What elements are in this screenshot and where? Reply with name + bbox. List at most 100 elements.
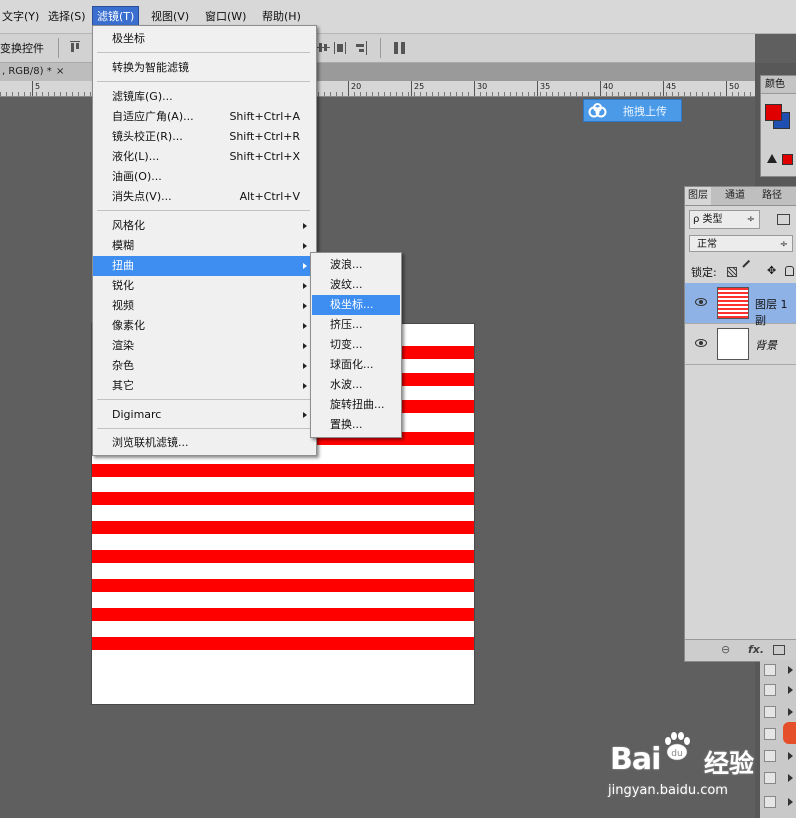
submenu-arrow-icon bbox=[303, 223, 307, 229]
layer-row-background[interactable]: 背景 bbox=[685, 324, 796, 365]
lock-label: 锁定: bbox=[691, 266, 717, 279]
menu-item-convert-smart[interactable]: 转换为智能滤镜 bbox=[93, 58, 316, 78]
menu-item-oil-paint[interactable]: 油画(O)... bbox=[93, 167, 316, 187]
distribute-h-icon[interactable] bbox=[333, 41, 347, 55]
foreground-color-swatch[interactable] bbox=[765, 104, 782, 121]
menu-item-noise[interactable]: 杂色 bbox=[93, 356, 316, 376]
red-stripe bbox=[92, 550, 474, 563]
align-top-icon[interactable] bbox=[68, 41, 82, 55]
layer-thumbnail bbox=[717, 287, 749, 319]
add-mask-icon[interactable] bbox=[773, 645, 785, 655]
menu-view[interactable]: 视图(V) bbox=[147, 7, 193, 26]
submenu-item-spherize[interactable]: 球面化... bbox=[311, 355, 401, 375]
submenu-arrow-icon bbox=[303, 343, 307, 349]
menu-filter[interactable]: 滤镜(T) bbox=[92, 6, 140, 27]
menu-window[interactable]: 窗口(W) bbox=[201, 7, 250, 26]
menu-item-lens-correction[interactable]: 镜头校正(R)... Shift+Ctrl+R bbox=[93, 127, 316, 147]
align-center-icon[interactable] bbox=[316, 41, 330, 55]
side-float-icon[interactable] bbox=[783, 722, 796, 744]
svg-text:du: du bbox=[671, 749, 682, 759]
tab-color[interactable]: 颜色 bbox=[761, 76, 796, 94]
menu-item-sharpen[interactable]: 锐化 bbox=[93, 276, 316, 296]
menu-item-liquify[interactable]: 液化(L)... Shift+Ctrl+X bbox=[93, 147, 316, 167]
layer-row-layer1-copy[interactable]: 图层 1 副 bbox=[685, 283, 796, 327]
submenu-item-shear[interactable]: 切变... bbox=[311, 335, 401, 355]
visibility-eye-icon[interactable] bbox=[695, 339, 707, 347]
menu-item-other[interactable]: 其它 bbox=[93, 376, 316, 396]
lock-pixels-icon[interactable] bbox=[742, 259, 751, 268]
menu-item-video[interactable]: 视频 bbox=[93, 296, 316, 316]
drag-upload-button[interactable]: 拖拽上传 bbox=[583, 99, 682, 122]
menu-item-filter-gallery[interactable]: 滤镜库(G)... bbox=[93, 87, 316, 107]
submenu-item-pinch[interactable]: 挤压... bbox=[311, 315, 401, 335]
menu-item-blur[interactable]: 模糊 bbox=[93, 236, 316, 256]
drag-upload-label: 拖拽上传 bbox=[623, 105, 667, 118]
red-stripe bbox=[92, 492, 474, 505]
watermark-url: jingyan.baidu.com bbox=[608, 783, 728, 798]
baidu-jingyan-watermark: Bai du 经验 jingyan.baidu.com bbox=[580, 728, 796, 818]
menu-separator bbox=[97, 399, 310, 400]
tab-layers[interactable]: 图层 bbox=[685, 187, 711, 205]
menu-item-render[interactable]: 渲染 bbox=[93, 336, 316, 356]
submenu-arrow-icon bbox=[303, 363, 307, 369]
layers-panel-tabs: 图层 通道 路径 bbox=[685, 187, 796, 206]
menu-select[interactable]: 选择(S) bbox=[44, 7, 90, 26]
lock-all-icon[interactable] bbox=[785, 266, 794, 276]
menu-separator bbox=[97, 81, 310, 82]
transform-controls-label[interactable]: 变换控件 bbox=[0, 40, 44, 56]
submenu-arrow-icon bbox=[303, 383, 307, 389]
tab-paths[interactable]: 路径 bbox=[759, 187, 785, 205]
cloud-icon bbox=[588, 103, 607, 118]
divider bbox=[58, 38, 59, 58]
menu-item-adaptive-wide-angle[interactable]: 自适应广角(A)... Shift+Ctrl+A bbox=[93, 107, 316, 127]
image-filter-icon[interactable] bbox=[777, 214, 790, 225]
submenu-arrow-icon bbox=[303, 412, 307, 418]
filter-menu: 极坐标 转换为智能滤镜 滤镜库(G)... 自适应广角(A)... Shift+C… bbox=[92, 25, 317, 456]
stepper-icon: ÷ bbox=[779, 239, 788, 250]
submenu-arrow-icon bbox=[303, 243, 307, 249]
menu-item-stylize[interactable]: 风格化 bbox=[93, 216, 316, 236]
menu-separator bbox=[97, 52, 310, 53]
lock-position-icon[interactable]: ✥ bbox=[767, 264, 776, 277]
submenu-arrow-icon bbox=[303, 323, 307, 329]
submenu-arrow-icon bbox=[303, 263, 307, 269]
submenu-item-twirl[interactable]: 旋转扭曲... bbox=[311, 395, 401, 415]
ruler-number: 35 bbox=[540, 82, 551, 91]
tab-channels[interactable]: 通道 bbox=[722, 187, 748, 205]
watermark-brand: Bai bbox=[610, 742, 661, 777]
close-tab-icon[interactable]: × bbox=[56, 63, 64, 81]
menu-item-pixelate[interactable]: 像素化 bbox=[93, 316, 316, 336]
divider bbox=[380, 38, 381, 58]
ruler-number: 20 bbox=[351, 82, 362, 91]
fx-icon[interactable]: fx. bbox=[748, 643, 764, 656]
red-stripe bbox=[92, 579, 474, 592]
blend-mode-select[interactable]: 正常 ÷ bbox=[689, 235, 793, 252]
lock-transparent-icon[interactable] bbox=[727, 267, 737, 277]
submenu-item-zigzag[interactable]: 水波... bbox=[311, 375, 401, 395]
auto-align-icon[interactable] bbox=[393, 41, 407, 55]
visibility-eye-icon[interactable] bbox=[695, 298, 707, 306]
menu-item-last-filter[interactable]: 极坐标 bbox=[93, 29, 316, 49]
menu-item-digimarc[interactable]: Digimarc bbox=[93, 405, 316, 425]
submenu-arrow-icon bbox=[303, 303, 307, 309]
menu-type[interactable]: 文字(Y) bbox=[0, 7, 43, 26]
watermark-jingyan: 经验 bbox=[704, 749, 755, 778]
layers-panel-footer: ⊖ fx. bbox=[685, 639, 796, 661]
menu-item-distort[interactable]: 扭曲 bbox=[93, 256, 316, 276]
menu-item-vanishing-point[interactable]: 消失点(V)... Alt+Ctrl+V bbox=[93, 187, 316, 207]
red-stripe bbox=[92, 521, 474, 534]
submenu-item-displace[interactable]: 置换... bbox=[311, 415, 401, 435]
link-layers-icon[interactable]: ⊖ bbox=[721, 643, 730, 656]
align-right-icon[interactable] bbox=[354, 41, 368, 55]
submenu-item-polar-coordinates[interactable]: 极坐标... bbox=[312, 295, 400, 315]
color-panel: 颜色 bbox=[760, 75, 796, 177]
menu-item-browse-online[interactable]: 浏览联机滤镜... bbox=[93, 433, 316, 453]
red-stripe bbox=[92, 637, 474, 650]
warning-swatch[interactable] bbox=[782, 154, 793, 165]
ruler-number: 30 bbox=[477, 82, 488, 91]
ruler-number: 5 bbox=[35, 82, 41, 91]
layer-kind-filter[interactable]: ρ 类型 ÷ bbox=[689, 210, 760, 229]
submenu-item-wave[interactable]: 波浪... bbox=[311, 255, 401, 275]
submenu-item-ripple[interactable]: 波纹... bbox=[311, 275, 401, 295]
menu-help[interactable]: 帮助(H) bbox=[258, 7, 305, 26]
